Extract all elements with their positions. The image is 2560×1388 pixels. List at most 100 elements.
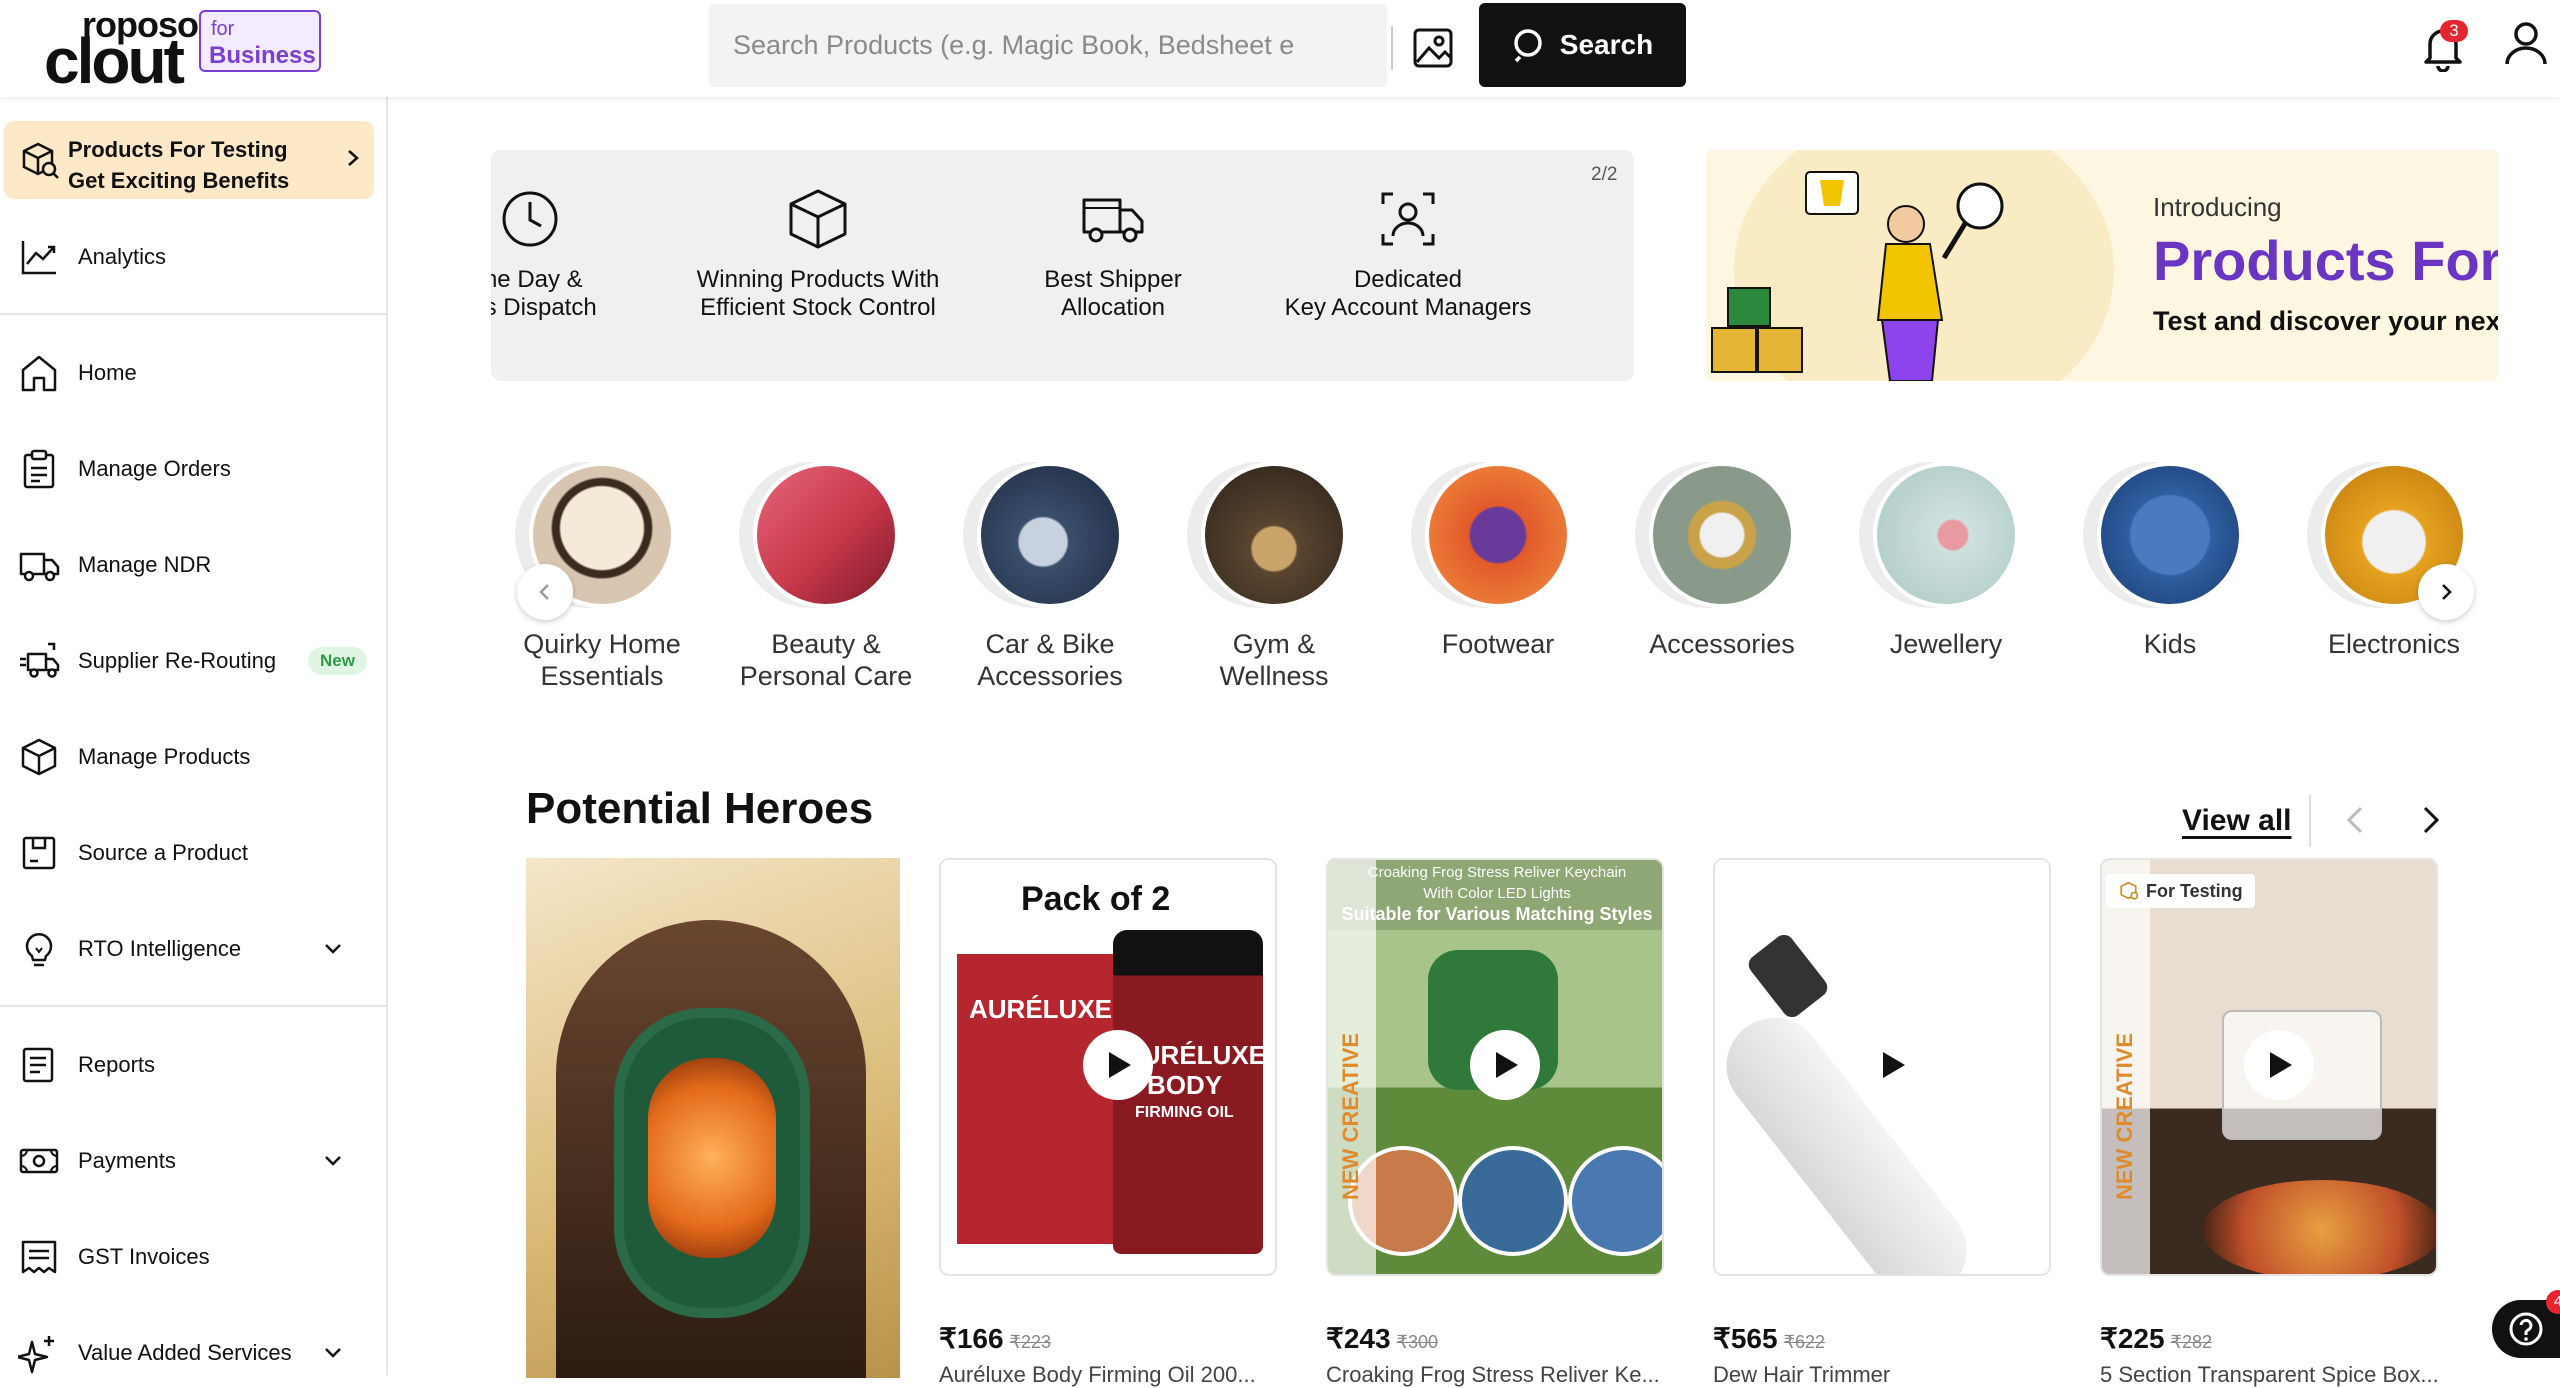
product-card-frog-keychain[interactable]: Croaking Frog Stress Reliver Keychain Wi… xyxy=(1326,858,1664,1276)
feature-line-2: Allocation xyxy=(1060,294,1166,321)
box-icon xyxy=(789,189,847,249)
product-box: AURÉLUXE xyxy=(957,954,1127,1244)
products-for-testing-promo[interactable]: Products For Testing Get Exciting Benefi… xyxy=(4,121,374,199)
play-icon xyxy=(1109,1052,1131,1078)
chevron-down-icon[interactable] xyxy=(322,1342,344,1364)
heater-body xyxy=(614,1008,810,1318)
mrp-value: ₹223 xyxy=(1009,1332,1052,1352)
play-button[interactable] xyxy=(1470,1030,1540,1100)
category-car-bike[interactable]: Car & Bike Accessories xyxy=(950,462,1150,692)
category-beauty[interactable]: Beauty & Personal Care xyxy=(726,462,926,692)
sidebar-item-manage-ndr[interactable]: Manage NDR xyxy=(0,530,386,600)
sidebar-item-label: Analytics xyxy=(78,244,167,269)
roposo-clout-logo[interactable]: roposo clout for Business xyxy=(44,4,324,97)
sidebar-item-label: Supplier Re-Routing xyxy=(78,648,277,673)
notification-count-badge: 3 xyxy=(2440,20,2468,42)
products-for-testing-banner[interactable]: Introducing Products For Test and discov… xyxy=(1706,150,2498,381)
sidebar-item-label: Reports xyxy=(78,1052,156,1077)
feature-best-shipper: Best Shipper Allocation xyxy=(968,186,1258,322)
product-card-body-oil[interactable]: Pack of 2 AURÉLUXE AURÉLUXE BODY FIRMING… xyxy=(939,858,1277,1276)
heroes-prev-button[interactable] xyxy=(2338,802,2374,838)
category-next-button[interactable] xyxy=(2418,564,2474,620)
banner-subtitle: Test and discover your next xyxy=(2153,306,2498,336)
category-footwear[interactable]: Footwear xyxy=(1398,462,1598,660)
for-business-badge: for Business xyxy=(199,10,321,72)
sidebar-item-rto-intelligence[interactable]: RTO Intelligence xyxy=(0,914,386,984)
search-button-label: Search xyxy=(1559,29,1654,60)
sidebar-divider xyxy=(0,313,386,315)
category-accessories[interactable]: Accessories xyxy=(1622,462,1822,660)
view-all-link[interactable]: View all xyxy=(2182,804,2292,838)
for-testing-tag: For Testing xyxy=(2106,874,2255,908)
chevron-left-icon xyxy=(539,584,549,600)
play-button[interactable] xyxy=(2244,1030,2314,1100)
sidebar-item-value-added-services[interactable]: Value Added Services xyxy=(0,1318,386,1375)
chevron-down-icon[interactable] xyxy=(322,1150,344,1172)
help-icon xyxy=(2509,1312,2543,1346)
category-image xyxy=(1873,462,2019,608)
sidebar-item-analytics[interactable]: Analytics xyxy=(0,222,386,292)
caption-line-3: Suitable for Various Matching Styles xyxy=(1341,904,1653,924)
potential-heroes-title: Potential Heroes xyxy=(526,784,874,833)
feature-line-1: Dedicated xyxy=(1353,266,1463,293)
product-name[interactable]: Croaking Frog Stress Reliver Ke... xyxy=(1326,1362,1660,1388)
bottle-text-2: BODY xyxy=(1147,1070,1223,1100)
category-gym-wellness[interactable]: Gym & Wellness xyxy=(1174,462,1374,692)
sidebar-item-source-product[interactable]: Source a Product xyxy=(0,818,386,888)
search-button[interactable]: Search xyxy=(1479,3,1686,87)
chevron-down-icon[interactable] xyxy=(322,938,344,960)
sidebar-item-home[interactable]: Home xyxy=(0,338,386,408)
price-value: ₹166 xyxy=(939,1323,1004,1354)
category-image xyxy=(2097,462,2243,608)
invoice-icon xyxy=(21,1240,57,1274)
product-name[interactable]: Dew Hair Trimmer xyxy=(1713,1362,1890,1388)
search-input[interactable] xyxy=(733,22,1293,68)
product-card-heater[interactable] xyxy=(526,858,900,1378)
testing-box-icon xyxy=(22,142,59,179)
category-prev-button[interactable] xyxy=(517,564,573,620)
banner-title: Products For xyxy=(2153,229,2498,292)
rerouting-icon xyxy=(20,642,60,678)
image-search-icon[interactable] xyxy=(1409,24,1457,72)
banner-intro-text: Introducing xyxy=(2153,192,2282,222)
sidebar-item-reports[interactable]: Reports xyxy=(0,1030,386,1100)
product-box-text: AURÉLUXE xyxy=(969,994,1113,1024)
features-banner[interactable]: 2/2 me Day & urs Dispatch Winning Produc… xyxy=(491,150,1634,381)
caption-line-1: Croaking Frog Stress Reliver Keychain xyxy=(1367,864,1627,881)
user-profile-icon[interactable] xyxy=(2503,20,2549,66)
new-creative-tag: NEW CREATIVE xyxy=(2102,860,2150,1274)
sidebar-item-supplier-rerouting[interactable]: Supplier Re-Routing New xyxy=(0,626,386,696)
category-electronics[interactable]: Electronics xyxy=(2294,462,2494,660)
category-label-line-2: Personal Care xyxy=(739,661,913,691)
sidebar-item-payments[interactable]: Payments xyxy=(0,1126,386,1196)
category-label-line-2: Wellness xyxy=(1219,661,1329,691)
product-name[interactable]: Auréluxe Body Firming Oil 200... xyxy=(939,1362,1256,1388)
play-button[interactable] xyxy=(1083,1030,1153,1100)
product-caption: Croaking Frog Stress Reliver Keychain Wi… xyxy=(1328,862,1662,925)
category-label: Jewellery xyxy=(1889,629,2003,659)
sidebar-item-manage-products[interactable]: Manage Products xyxy=(0,722,386,792)
heroes-next-button[interactable] xyxy=(2412,802,2448,838)
feature-line-1: Winning Products With xyxy=(696,266,940,293)
sidebar-divider xyxy=(0,1005,386,1007)
sidebar-item-label: Manage Orders xyxy=(78,456,231,481)
play-icon xyxy=(1496,1052,1518,1078)
sidebar-item-label: Home xyxy=(78,360,137,385)
bulb-icon xyxy=(25,933,53,967)
product-card-spice-box[interactable]: NEW CREATIVE For Testing xyxy=(2100,858,2438,1276)
sidebar-item-label: GST Invoices xyxy=(78,1244,210,1269)
play-button[interactable] xyxy=(1857,1030,1927,1100)
category-kids[interactable]: Kids xyxy=(2070,462,2270,660)
sidebar-item-manage-orders[interactable]: Manage Orders xyxy=(0,434,386,504)
category-jewellery[interactable]: Jewellery xyxy=(1846,462,2046,660)
price-value: ₹565 xyxy=(1713,1323,1778,1354)
feature-key-account-managers: Dedicated Key Account Managers xyxy=(1263,186,1553,322)
category-label-line-1: Gym & xyxy=(1232,629,1316,659)
category-label-line-2: Accessories xyxy=(977,661,1123,691)
feature-line-2: Efficient Stock Control xyxy=(700,294,936,321)
caption-line-2: With Color LED Lights xyxy=(1423,885,1571,902)
product-name[interactable]: 5 Section Transparent Spice Box... xyxy=(2100,1362,2439,1388)
sidebar-item-gst-invoices[interactable]: GST Invoices xyxy=(0,1222,386,1292)
truck-icon xyxy=(19,552,60,582)
product-card-hair-trimmer[interactable] xyxy=(1713,858,2051,1276)
